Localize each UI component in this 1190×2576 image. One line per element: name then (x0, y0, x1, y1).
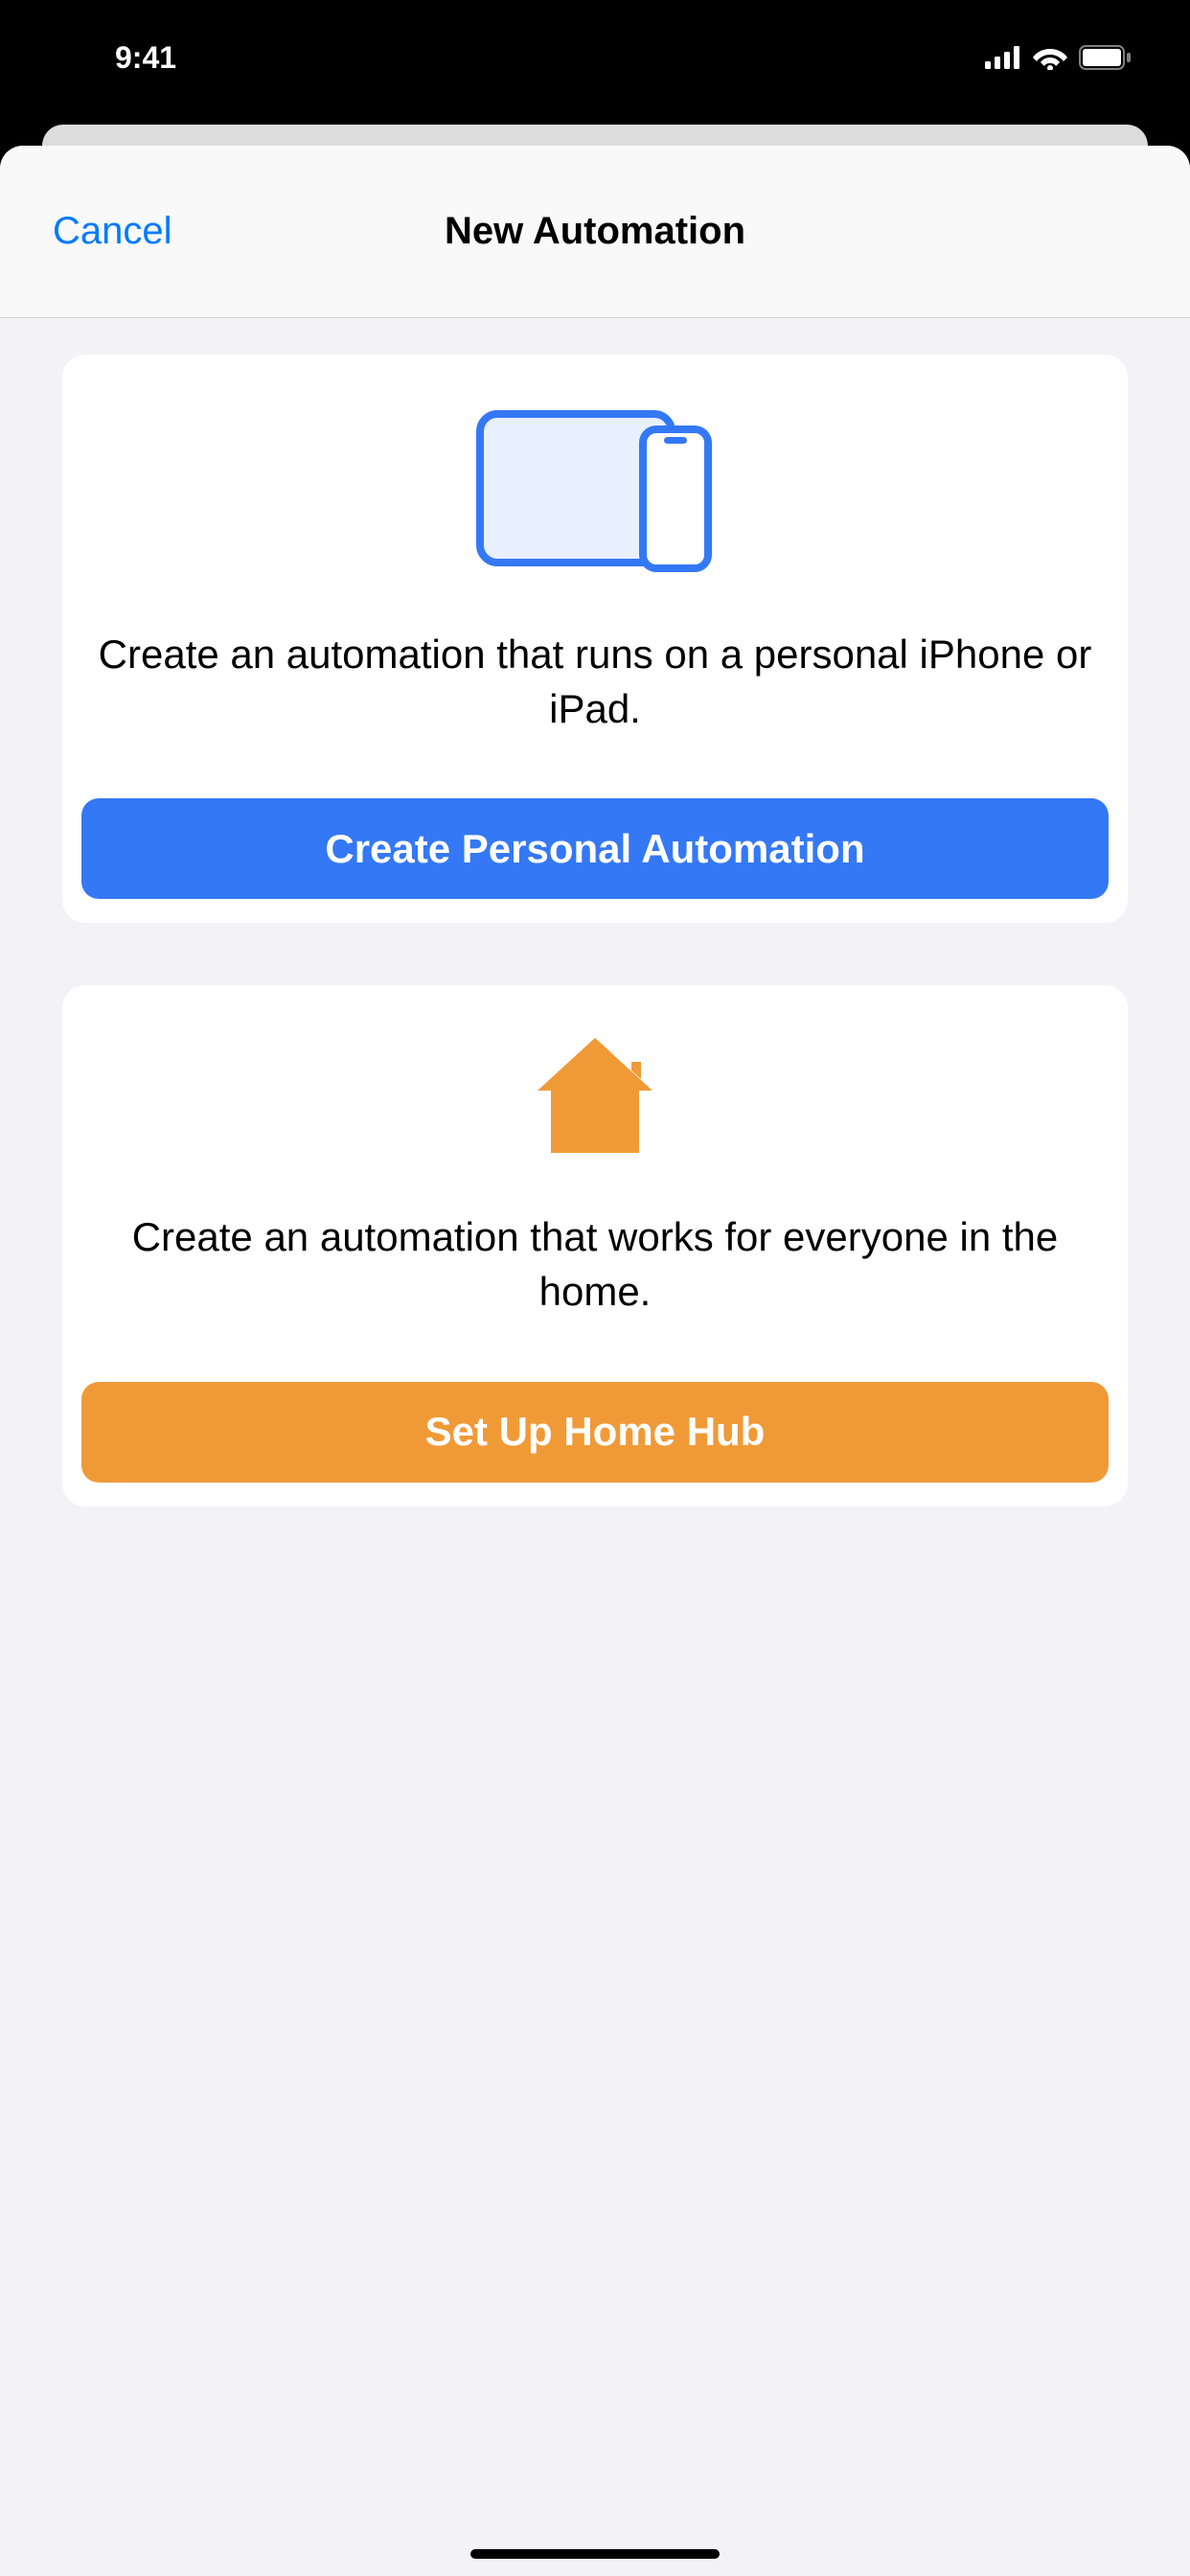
home-automation-card: Create an automation that works for ever… (62, 985, 1128, 1506)
home-automation-description: Create an automation that works for ever… (81, 1210, 1109, 1319)
battery-icon (1079, 45, 1133, 70)
home-indicator[interactable] (470, 2549, 720, 2559)
status-indicators (985, 45, 1133, 70)
cancel-button[interactable]: Cancel (53, 210, 172, 253)
home-icon (81, 1033, 1109, 1158)
cellular-signal-icon (985, 46, 1021, 69)
status-bar: 9:41 (0, 0, 1190, 125)
status-time: 9:41 (115, 40, 176, 76)
personal-automation-description: Create an automation that runs on a pers… (81, 628, 1109, 736)
modal-sheet: Cancel New Automation Create an automati… (0, 146, 1190, 2576)
navigation-bar: Cancel New Automation (0, 146, 1190, 318)
wifi-icon (1033, 45, 1067, 70)
personal-automation-card: Create an automation that runs on a pers… (62, 355, 1128, 923)
page-title: New Automation (445, 210, 745, 253)
create-personal-automation-button[interactable]: Create Personal Automation (81, 798, 1109, 899)
devices-icon (81, 402, 1109, 575)
setup-home-hub-button[interactable]: Set Up Home Hub (81, 1382, 1109, 1483)
sheet-backdrop (42, 125, 1148, 146)
content-area: Create an automation that runs on a pers… (0, 318, 1190, 1605)
